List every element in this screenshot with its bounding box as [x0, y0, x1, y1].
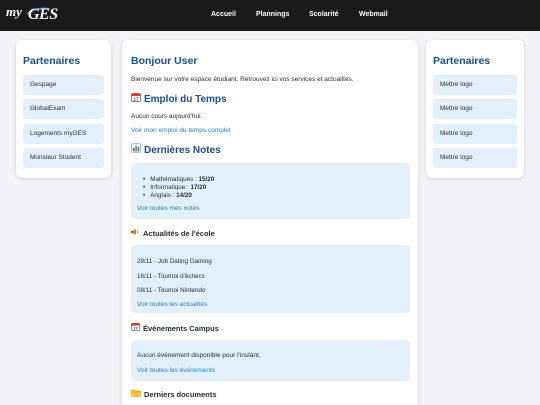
main-nav: Accueil Plannings Scolarité Webmail — [0, 0, 540, 31]
partner-logements-myges[interactable]: Logements myGES — [23, 124, 104, 144]
partner-logo-slot[interactable]: Mettre logo — [433, 99, 517, 119]
schedule-text: Aucun cours aujourd'hui. — [131, 113, 203, 120]
grades-title: Dernières Notes — [144, 145, 221, 156]
news-box: 29/11 - Job Dating Gaming 16/11 - Tourno… — [131, 245, 410, 313]
left-panel-title: Partenaires — [23, 55, 81, 67]
partner-logo-slot[interactable]: Mettre logo — [433, 148, 517, 168]
grades-link[interactable]: Voir toutes mes notes — [137, 205, 200, 212]
news-heading: Actualités de l'école — [131, 228, 215, 238]
svg-text:17: 17 — [133, 326, 138, 331]
documents-heading: Derniers documents — [131, 389, 217, 399]
nav-plannings[interactable]: Plannings — [256, 11, 289, 18]
events-title: Événements Campus — [143, 324, 219, 333]
schedule-title: Emploi du Temps — [144, 94, 227, 105]
partner-monsieur-student[interactable]: Monsieur Student — [23, 148, 104, 168]
grade-item: Informatique : 17/20 — [143, 184, 214, 192]
grades-list: Mathématiques : 15/20 Informatique : 17/… — [143, 176, 214, 200]
news-link[interactable]: Voir toutes les actualités — [137, 301, 207, 308]
calendar-icon: 17 — [131, 322, 140, 333]
right-partners-panel: Partenaires Mettre logo Mettre logo Mett… — [426, 40, 524, 178]
partner-gespage[interactable]: Gespage — [23, 75, 104, 95]
events-link[interactable]: Voir toutes les événements — [137, 367, 215, 374]
folder-icon — [131, 389, 141, 399]
partner-logo-slot[interactable]: Mettre logo — [433, 75, 517, 95]
schedule-heading: 17 Emploi du Temps — [131, 92, 227, 105]
megaphone-icon — [131, 228, 140, 238]
news-item[interactable]: 29/11 - Job Dating Gaming — [137, 258, 212, 265]
schedule-link[interactable]: Voir mon emploi du temps complet — [131, 127, 231, 134]
events-box: Aucun événement disponible pour l'instan… — [131, 340, 410, 381]
events-text: Aucun événement disponible pour l'instan… — [137, 352, 261, 359]
documents-title: Derniers documents — [144, 390, 217, 399]
page-title: Bonjour User — [131, 55, 198, 67]
bar-chart-icon — [131, 143, 141, 156]
main-content: Bonjour User Bienvenue sur votre espace … — [122, 40, 418, 405]
partner-globalexam[interactable]: GlobalExam — [23, 99, 104, 119]
left-partners-panel: Partenaires Gespage GlobalExam Logements… — [16, 40, 111, 178]
news-item[interactable]: 08/11 - Tournoi Nintendo — [137, 287, 205, 294]
news-item[interactable]: 16/11 - Tournoi d'échecs — [137, 273, 205, 280]
top-navbar: my GES Accueil Plannings Scolarité Webma… — [0, 0, 540, 31]
welcome-text: Bienvenue sur votre espace étudiant. Ret… — [131, 76, 354, 83]
events-heading: 17 Événements Campus — [131, 322, 219, 333]
grade-item: Mathématiques : 15/20 — [143, 176, 214, 184]
nav-webmail[interactable]: Webmail — [359, 11, 388, 18]
right-panel-title: Partenaires — [433, 55, 491, 67]
calendar-icon: 17 — [131, 92, 141, 105]
grade-item: Anglais : 14/20 — [143, 192, 214, 200]
grades-heading: Dernières Notes — [131, 143, 221, 156]
svg-text:17: 17 — [133, 97, 139, 102]
nav-scolarite[interactable]: Scolarité — [309, 11, 339, 18]
nav-accueil[interactable]: Accueil — [211, 11, 236, 18]
partner-logo-slot[interactable]: Mettre logo — [433, 124, 517, 144]
grades-box: Mathématiques : 15/20 Informatique : 17/… — [131, 163, 410, 219]
news-title: Actualités de l'école — [143, 229, 215, 238]
